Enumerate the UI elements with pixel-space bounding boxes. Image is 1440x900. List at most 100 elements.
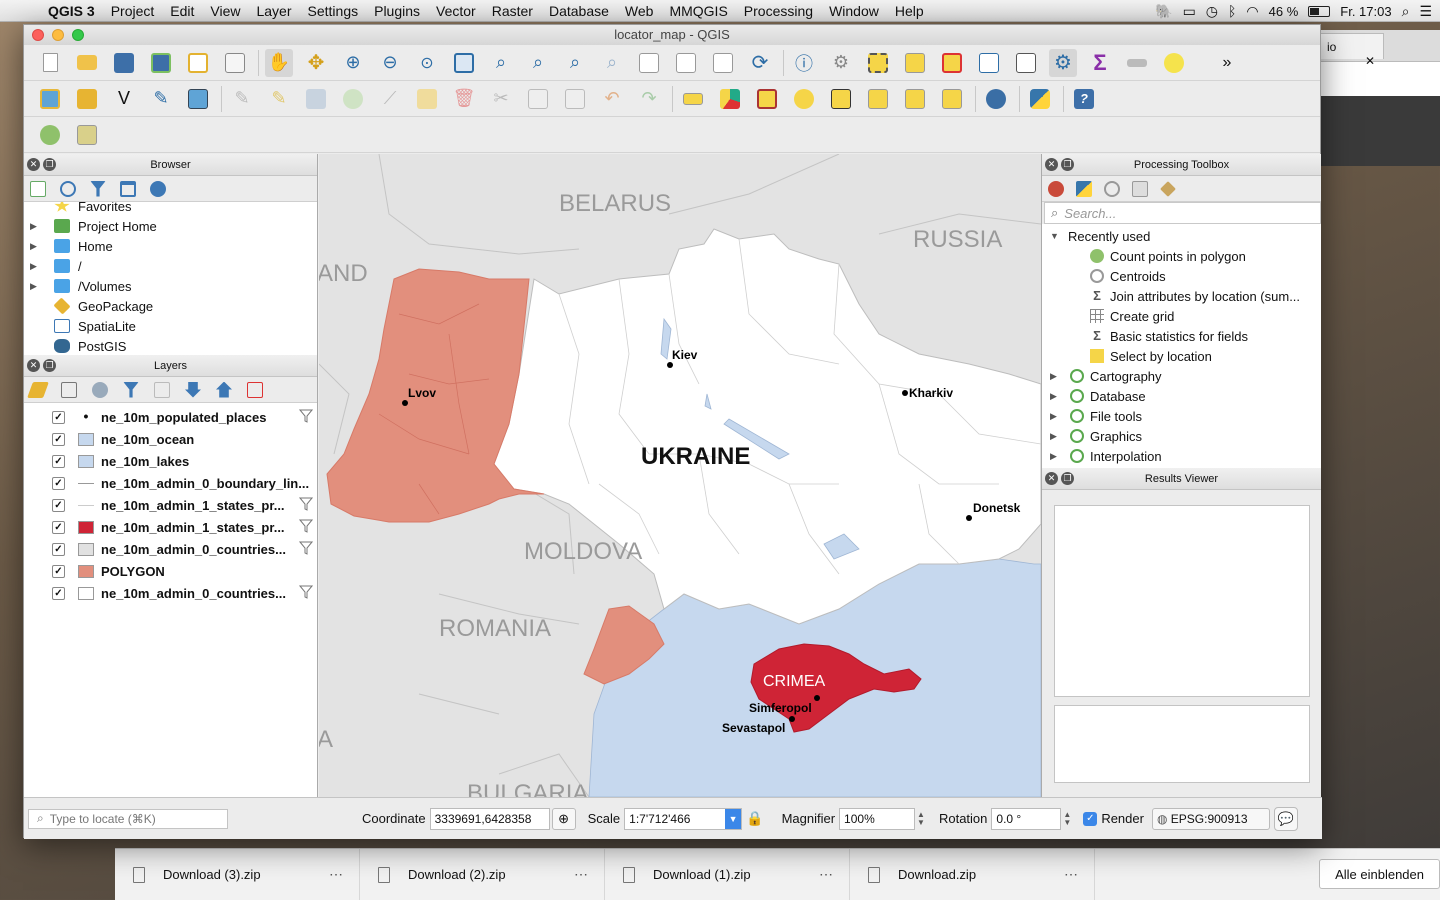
filter-icon[interactable]	[90, 180, 106, 197]
zoom-native-button[interactable]: ⊙	[413, 49, 441, 77]
layer-visibility-checkbox[interactable]: ✓	[52, 542, 65, 556]
browser-item-volumes[interactable]: ▶ /Volumes	[24, 276, 317, 296]
float-icon[interactable]: ❐	[43, 359, 56, 372]
processing-group[interactable]: ▶ Database	[1042, 386, 1321, 406]
collapse-arrow-icon[interactable]: ▼	[1050, 231, 1062, 241]
map-tips-button[interactable]	[1160, 49, 1188, 77]
statistical-summary-button[interactable]: Σ	[1086, 49, 1114, 77]
layer-visibility-checkbox[interactable]: ✓	[52, 454, 65, 468]
menu-view[interactable]: View	[202, 3, 248, 19]
rotate-label-button[interactable]	[901, 85, 929, 113]
pin-labels-button[interactable]	[753, 85, 781, 113]
zoom-layer-button[interactable]: ⌕	[524, 49, 552, 77]
magnifier-spinner[interactable]: ▲ ▼	[917, 810, 925, 827]
processing-algorithm[interactable]: Create grid	[1042, 306, 1321, 326]
plugin-a-button[interactable]	[36, 121, 64, 149]
measure-button[interactable]	[1123, 49, 1151, 77]
expand-arrow-icon[interactable]: ▶	[1050, 431, 1062, 442]
python-scripts-icon[interactable]	[1076, 180, 1092, 197]
models-icon[interactable]	[1048, 180, 1064, 197]
filter-icon[interactable]	[299, 585, 313, 599]
pan-map-button[interactable]: ✋	[265, 48, 293, 77]
select-features-button[interactable]	[864, 49, 892, 77]
city-point-sevastapol[interactable]	[789, 716, 795, 722]
layer-diagram-button[interactable]	[716, 85, 744, 113]
city-point-kharkiv[interactable]	[902, 390, 908, 396]
new-geopackage-button[interactable]	[73, 85, 101, 113]
new-project-button[interactable]	[36, 49, 64, 77]
layer-labeling-button[interactable]	[679, 85, 707, 113]
add-feature-button[interactable]	[339, 85, 367, 113]
locator-search-input[interactable]: ⌕ Type to locate (⌘K)	[28, 808, 228, 829]
messages-icon[interactable]: 💬	[1273, 806, 1298, 831]
browser-item-postgis[interactable]: PostGIS	[24, 336, 317, 355]
more-icon[interactable]: ⋯	[329, 866, 359, 883]
layer-visibility-checkbox[interactable]: ✓	[52, 432, 65, 446]
results-detail[interactable]	[1054, 705, 1310, 783]
wifi-icon[interactable]: ◠	[1246, 3, 1258, 20]
modify-attributes-button[interactable]	[413, 85, 441, 113]
filter-icon[interactable]	[299, 497, 313, 511]
city-point-donetsk[interactable]	[966, 515, 972, 521]
show-all-downloads-button[interactable]: Alle einblenden	[1319, 859, 1440, 889]
menu-help[interactable]: Help	[887, 3, 932, 19]
rotation-spinner[interactable]: ▲ ▼	[1063, 810, 1071, 827]
layer-row[interactable]: ✓ ne_10m_admin_0_countries...	[24, 538, 317, 560]
scale-combobox[interactable]: 1:7'712'466 ▼	[624, 807, 743, 830]
menu-edit[interactable]: Edit	[162, 3, 202, 19]
menu-mmqgis[interactable]: MMQGIS	[661, 3, 735, 19]
processing-group-recent[interactable]: ▼ Recently used	[1042, 226, 1321, 246]
processing-group[interactable]: ▶ Cartography	[1042, 366, 1321, 386]
collapse-all-icon[interactable]	[120, 180, 136, 197]
select-by-value-button[interactable]	[901, 49, 929, 77]
layout-manager-button[interactable]	[221, 49, 249, 77]
browser-tab[interactable]: io ✕	[1320, 32, 1384, 68]
menu-web[interactable]: Web	[617, 3, 662, 19]
spotlight-icon[interactable]: ⌕	[1402, 3, 1410, 20]
browser-item-home[interactable]: ▶ Home	[24, 236, 317, 256]
refresh-button[interactable]: ⟳	[746, 49, 774, 77]
magnifier-field[interactable]: 100%	[839, 807, 916, 830]
more-icon[interactable]: ⋯	[819, 866, 849, 883]
new-bookmark-button[interactable]	[672, 49, 700, 77]
run-action-button[interactable]: ⚙	[827, 49, 855, 77]
vertex-tool-button[interactable]: ⟋	[376, 85, 404, 113]
bluetooth-icon[interactable]: ᛒ	[1228, 3, 1236, 19]
lock-scale-icon[interactable]: 🔒	[746, 810, 763, 827]
info-icon[interactable]	[150, 180, 166, 197]
menu-database[interactable]: Database	[541, 3, 617, 19]
menu-vector[interactable]: Vector	[428, 3, 484, 19]
expand-arrow-icon[interactable]: ▶	[30, 261, 42, 272]
city-point-kiev[interactable]	[667, 362, 673, 368]
expand-arrow-icon[interactable]: ▶	[1050, 411, 1062, 422]
float-icon[interactable]: ❐	[1061, 158, 1074, 171]
zoom-last-button[interactable]: ⌕	[561, 49, 589, 77]
layer-visibility-checkbox[interactable]: ✓	[52, 520, 65, 534]
new-shapefile-button[interactable]: V	[110, 85, 138, 113]
layer-row[interactable]: ✓ POLYGON	[24, 560, 317, 582]
close-icon[interactable]: ✕	[1045, 158, 1058, 171]
copy-features-button[interactable]	[524, 85, 552, 113]
menu-settings[interactable]: Settings	[300, 3, 367, 19]
pan-to-selection-button[interactable]: ✥	[302, 49, 330, 77]
save-as-button[interactable]	[147, 49, 175, 77]
history-clock-icon[interactable]	[1104, 180, 1120, 197]
move-label-button[interactable]	[864, 85, 892, 113]
processing-algorithm[interactable]: Count points in polygon	[1042, 246, 1321, 266]
undo-button[interactable]: ↶	[598, 85, 626, 113]
data-source-manager-button[interactable]	[36, 85, 64, 113]
style-brush-icon[interactable]	[27, 381, 49, 398]
notification-center-icon[interactable]: ☰	[1419, 3, 1432, 20]
map-canvas[interactable]: BELARUS RUSSIA AND MOLDOVA ROMANIA BULGA…	[319, 154, 1041, 797]
redo-button[interactable]: ↷	[635, 85, 663, 113]
chevron-down-icon[interactable]: ▼	[725, 808, 742, 829]
layer-row[interactable]: ✓ • ne_10m_populated_places	[24, 406, 317, 428]
deselect-all-button[interactable]	[938, 49, 966, 77]
expand-arrow-icon[interactable]: ▶	[1050, 451, 1062, 462]
help-button[interactable]: ?	[1070, 85, 1098, 113]
rotation-field[interactable]: 0.0 °	[991, 807, 1062, 830]
new-spatialite-button[interactable]: ✎	[147, 85, 175, 113]
layer-visibility-checkbox[interactable]: ✓	[52, 476, 65, 490]
toolbar-overflow-button[interactable]: »	[1213, 49, 1241, 77]
open-project-button[interactable]	[73, 49, 101, 77]
